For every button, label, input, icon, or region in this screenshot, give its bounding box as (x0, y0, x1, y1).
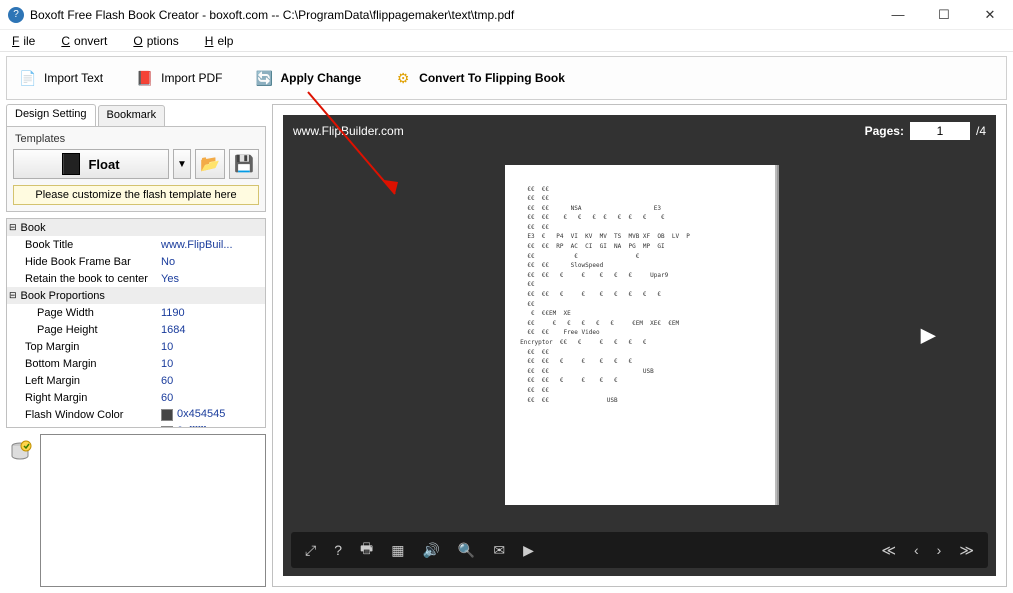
template-selected: Float (88, 157, 119, 172)
first-page-icon[interactable]: ≪ (881, 542, 896, 559)
apply-change-label: Apply Change (280, 71, 361, 85)
prop-bottom-margin[interactable]: Bottom Margin10 (7, 355, 265, 372)
last-page-icon[interactable]: ≫ (959, 542, 974, 559)
zoom-icon[interactable]: 🔍 (458, 542, 475, 559)
preview-site: www.FlipBuilder.com (293, 124, 404, 138)
prop-page-bg-color[interactable]: Page Background Color0xffffff (7, 423, 265, 428)
prop-flash-color[interactable]: Flash Window Color0x454545 (7, 406, 265, 423)
fit-icon[interactable]: ⤢ (305, 542, 316, 559)
menu-help[interactable]: Help (197, 32, 238, 50)
prop-retain-center[interactable]: Retain the book to centerYes (7, 270, 265, 287)
prop-top-margin[interactable]: Top Margin10 (7, 338, 265, 355)
page-content: €€ €€ €€ €€ €€ €€ NSA E3 €€ €€ € € € € €… (505, 165, 775, 505)
import-text-button[interactable]: 📄 Import Text (11, 61, 114, 95)
flipbook-preview[interactable]: www.FlipBuilder.com Pages: /4 安下载 anxz.c… (283, 115, 996, 576)
menu-bar: File Convert Options Help (0, 30, 1013, 52)
import-pdf-icon: 📕 (135, 68, 155, 88)
prop-left-margin[interactable]: Left Margin60 (7, 372, 265, 389)
total-pages: /4 (976, 124, 986, 138)
import-pdf-label: Import PDF (161, 71, 222, 85)
app-icon: ? (8, 7, 24, 23)
template-selector[interactable]: Float (13, 149, 169, 179)
left-tabs: Design Setting Bookmark (6, 104, 266, 126)
property-grid[interactable]: Book Book Titlewww.FlipBuil... Hide Book… (6, 218, 266, 428)
prop-page-height[interactable]: Page Height1684 (7, 321, 265, 338)
menu-file[interactable]: File (4, 32, 39, 50)
swatch-flash-color (161, 409, 173, 421)
template-open-button[interactable]: 📂 (195, 149, 225, 179)
import-pdf-button[interactable]: 📕 Import PDF (128, 61, 233, 95)
refresh-icon: 🔄 (254, 68, 274, 88)
print-icon[interactable]: 🖶 (360, 538, 373, 562)
templates-label: Templates (15, 133, 259, 145)
thumbnails-icon[interactable]: ▦ (391, 542, 404, 559)
apply-change-button[interactable]: 🔄 Apply Change (247, 61, 372, 95)
output-list[interactable] (40, 434, 266, 587)
next-page-arrow[interactable]: ▶ (921, 322, 936, 347)
database-icon (6, 434, 34, 587)
swatch-page-bg (161, 426, 173, 428)
design-setting-panel: Templates Float ▼ 📂 💾 Please customize t… (6, 126, 266, 212)
group-proportions[interactable]: Book Proportions (7, 287, 265, 304)
import-text-label: Import Text (44, 71, 103, 85)
window-title: Boxoft Free Flash Book Creator - boxoft.… (30, 8, 514, 22)
window-titlebar: ? Boxoft Free Flash Book Creator - boxof… (0, 0, 1013, 30)
main-toolbar: 📄 Import Text 📕 Import PDF 🔄 Apply Chang… (6, 56, 1007, 100)
prop-hide-frame[interactable]: Hide Book Frame BarNo (7, 253, 265, 270)
maximize-button[interactable]: ☐ (921, 0, 967, 30)
prop-book-title[interactable]: Book Titlewww.FlipBuil... (7, 236, 265, 253)
preview-toolbar: ⤢ ? 🖶 ▦ 🔊 🔍 ✉ ▶ ≪ ‹ › ≫ (291, 532, 988, 568)
close-button[interactable]: ✕ (967, 0, 1013, 30)
menu-convert[interactable]: Convert (53, 32, 111, 50)
book-icon (62, 153, 80, 175)
menu-options[interactable]: Options (125, 32, 182, 50)
import-text-icon: 📄 (18, 68, 38, 88)
group-book[interactable]: Book (7, 219, 265, 236)
template-dropdown[interactable]: ▼ (173, 149, 191, 179)
left-panel: Design Setting Bookmark Templates Float … (6, 104, 266, 587)
prop-right-margin[interactable]: Right Margin60 (7, 389, 265, 406)
prev-page-icon[interactable]: ‹ (914, 542, 919, 558)
gear-icon: ⚙ (393, 68, 413, 88)
mail-icon[interactable]: ✉ (493, 542, 505, 559)
tab-design-setting[interactable]: Design Setting (6, 104, 96, 126)
current-page-input[interactable] (910, 122, 970, 140)
preview-panel: www.FlipBuilder.com Pages: /4 安下载 anxz.c… (272, 104, 1007, 587)
play-icon[interactable]: ▶ (523, 542, 534, 559)
help-icon[interactable]: ? (334, 542, 342, 558)
sound-icon[interactable]: 🔊 (422, 542, 439, 559)
tab-bookmark[interactable]: Bookmark (98, 105, 166, 127)
convert-flipping-button[interactable]: ⚙ Convert To Flipping Book (386, 61, 576, 95)
minimize-button[interactable]: — (875, 0, 921, 30)
customize-note[interactable]: Please customize the flash template here (13, 185, 259, 205)
prop-page-width[interactable]: Page Width1190 (7, 304, 265, 321)
template-save-button[interactable]: 💾 (229, 149, 259, 179)
next-page-icon[interactable]: › (937, 542, 942, 558)
pages-label: Pages: (865, 124, 904, 138)
